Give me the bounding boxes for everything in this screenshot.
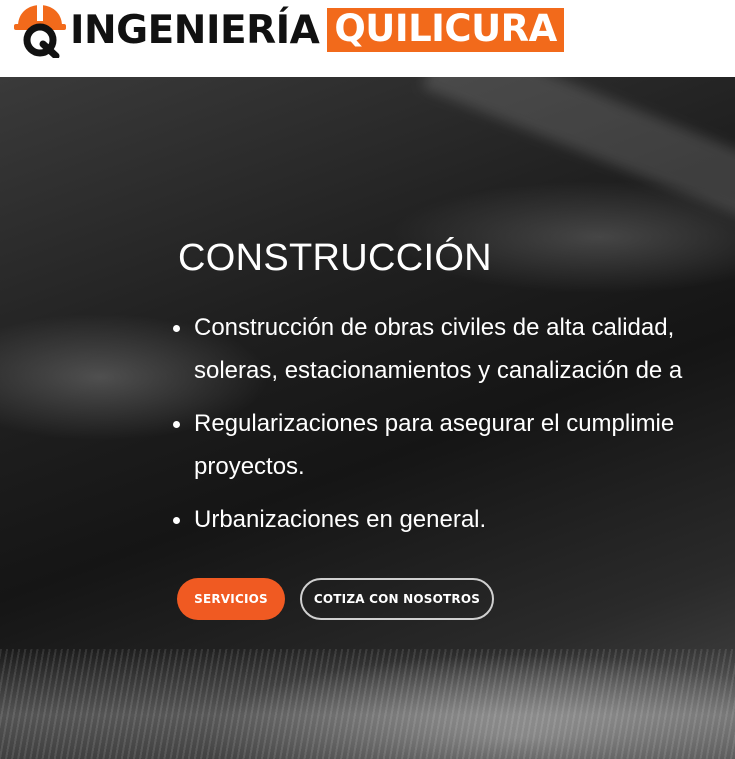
services-button[interactable]: SERVICIOS [177, 578, 285, 620]
logo-word: INGENIERÍA [70, 7, 320, 53]
bullet-icon [173, 421, 180, 428]
list-item: Regularizaciones para asegurar el cumpli… [173, 402, 735, 488]
hero-title: CONSTRUCCIÓN [178, 237, 492, 279]
list-item: Urbanizaciones en general. [173, 498, 735, 541]
site-logo[interactable]: INGENIERÍA QUILICURA [12, 2, 564, 58]
hero-buttons: SERVICIOS COTIZA CON NOSOTROS [177, 578, 494, 620]
hero-section: CONSTRUCCIÓN Construcción de obras civil… [0, 77, 735, 759]
list-item: Construcción de obras civiles de alta ca… [173, 306, 735, 392]
background-beam [421, 77, 735, 223]
list-item-text: Regularizaciones para asegurar el cumpli… [194, 410, 675, 480]
services-list: Construcción de obras civiles de alta ca… [173, 306, 735, 541]
helmet-q-icon [14, 5, 66, 58]
list-item-text: Construcción de obras civiles de alta ca… [194, 314, 683, 384]
background-ground [0, 649, 735, 759]
quote-button[interactable]: COTIZA CON NOSOTROS [300, 578, 494, 620]
logo-badge: QUILICURA [327, 8, 564, 52]
bullet-icon [173, 325, 180, 332]
hero-content: CONSTRUCCIÓN Construcción de obras civil… [173, 237, 735, 551]
bullet-icon [173, 517, 180, 524]
list-item-text: Urbanizaciones en general. [194, 506, 487, 533]
site-header: INGENIERÍA QUILICURA [0, 0, 735, 77]
